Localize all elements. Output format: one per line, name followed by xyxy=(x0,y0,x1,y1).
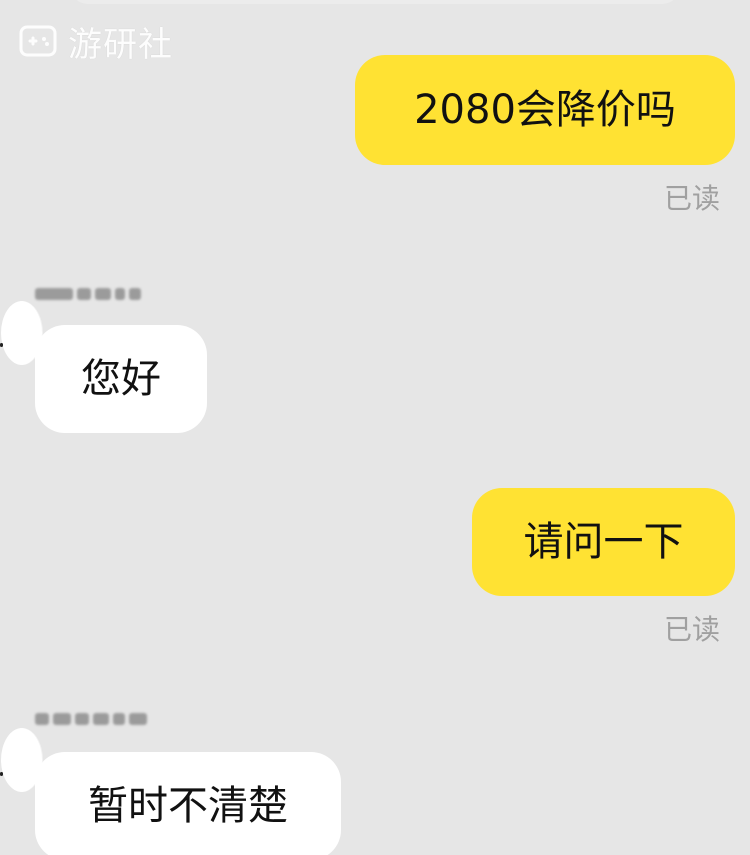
outgoing-message: 请问一下 已读 xyxy=(472,488,735,648)
chat-screen: 游研社 2080会降价吗 已读 您好 请问一下 已读 暂时不清楚 xyxy=(0,0,750,855)
incoming-message: 暂时不清楚 xyxy=(0,700,355,855)
message-text: 2080会降价吗 xyxy=(414,87,676,133)
gamepad-icon xyxy=(19,25,57,57)
incoming-message: 您好 xyxy=(0,275,255,435)
read-receipt: 已读 xyxy=(663,613,720,646)
message-bubble[interactable]: 请问一下 xyxy=(472,488,735,596)
avatar-edge-dot xyxy=(0,343,3,347)
sender-name-blurred xyxy=(35,285,141,303)
message-bubble[interactable]: 暂时不清楚 xyxy=(35,752,341,855)
read-receipt: 已读 xyxy=(663,182,720,215)
message-text: 暂时不清楚 xyxy=(88,783,288,829)
outgoing-message: 2080会降价吗 已读 xyxy=(355,55,735,220)
message-bubble[interactable]: 2080会降价吗 xyxy=(355,55,735,165)
watermark: 游研社 xyxy=(16,14,173,68)
message-text: 您好 xyxy=(81,356,161,402)
message-bubble[interactable]: 您好 xyxy=(35,325,207,433)
avatar-edge-dot xyxy=(0,772,3,776)
previous-message-edge xyxy=(70,0,680,4)
watermark-text: 游研社 xyxy=(68,24,173,65)
sender-name-blurred xyxy=(35,710,147,728)
message-text: 请问一下 xyxy=(523,519,684,565)
